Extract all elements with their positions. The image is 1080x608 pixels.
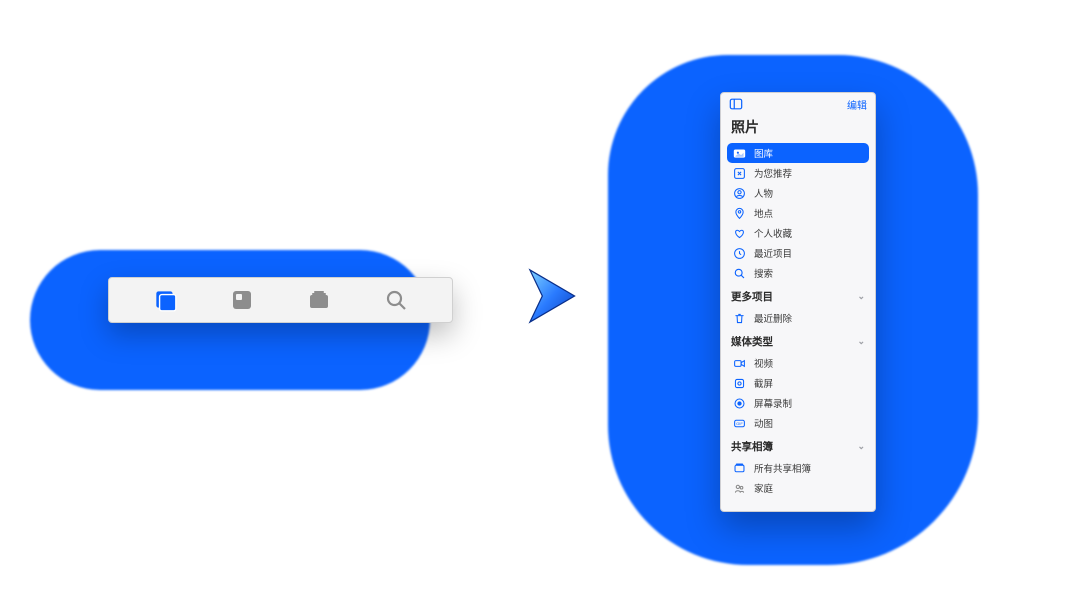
sidebar-item-label: 人物 [754, 186, 773, 200]
sidebar-section-more-list: 最近删除 [721, 308, 875, 328]
library-icon [152, 287, 178, 313]
foryou-icon [230, 288, 254, 312]
sidebar-section-media-types[interactable]: 媒体类型 ⌄ [721, 328, 875, 353]
screenrecord-icon [733, 397, 746, 410]
photos-icon [733, 147, 746, 160]
sidebar-item-label: 为您推荐 [754, 166, 792, 180]
tab-search[interactable] [383, 287, 409, 313]
heart-icon [733, 227, 746, 240]
sidebar-header: 编辑 [721, 93, 875, 115]
person-icon [733, 187, 746, 200]
edit-button[interactable]: 编辑 [847, 97, 867, 112]
chevron-down-icon: ⌄ [857, 291, 865, 302]
arrow-right-icon [520, 265, 582, 327]
sidebar-item-label: 最近项目 [754, 246, 792, 260]
sidebar-item-label: 图库 [754, 146, 773, 160]
sidebar-toggle-icon[interactable] [729, 97, 743, 111]
transition-arrow [520, 265, 582, 327]
tab-albums[interactable] [306, 287, 332, 313]
clock-icon [733, 247, 746, 260]
sidebar-item-label: 地点 [754, 206, 773, 220]
sidebar-item-places[interactable]: 地点 [727, 203, 869, 223]
sidebar-item-family[interactable]: 家庭 [727, 478, 869, 498]
search-mini-icon [733, 267, 746, 280]
sidebar-item-gifs[interactable]: GIF 动图 [727, 413, 869, 433]
sidebar-section-main: 图库 为您推荐 人物 地点 个人收藏 [721, 143, 875, 283]
sidebar-item-recently-deleted[interactable]: 最近删除 [727, 308, 869, 328]
sidebar-item-label: 动图 [754, 416, 773, 430]
sidebar-section-more[interactable]: 更多项目 ⌄ [721, 283, 875, 308]
family-icon [733, 482, 746, 495]
albums-icon [307, 288, 331, 312]
chevron-down-icon: ⌄ [857, 336, 865, 347]
pin-icon [733, 207, 746, 220]
sidebar-item-favorites[interactable]: 个人收藏 [727, 223, 869, 243]
section-title-label: 更多项目 [731, 289, 773, 304]
photos-sidebar: 编辑 照片 图库 为您推荐 人物 地点 [720, 92, 876, 512]
screenshot-icon [733, 377, 746, 390]
section-title-label: 共享相簿 [731, 439, 773, 454]
sidebar-item-label: 所有共享相簿 [754, 461, 811, 475]
trash-icon [733, 312, 746, 325]
sidebar-item-label: 家庭 [754, 481, 773, 495]
sparkle-icon [733, 167, 746, 180]
sidebar-item-screenshots[interactable]: 截屏 [727, 373, 869, 393]
sidebar-item-label: 截屏 [754, 376, 773, 390]
sidebar-item-label: 视频 [754, 356, 773, 370]
sidebar-item-foryou[interactable]: 为您推荐 [727, 163, 869, 183]
sidebar-section-media-list: 视频 截屏 屏幕录制 GIF 动图 [721, 353, 875, 433]
sidebar-title: 照片 [721, 115, 875, 143]
tab-library[interactable] [152, 287, 178, 313]
sidebar-item-label: 个人收藏 [754, 226, 792, 240]
search-icon [384, 288, 408, 312]
sidebar-section-shared[interactable]: 共享相簿 ⌄ [721, 433, 875, 458]
sidebar-item-library[interactable]: 图库 [727, 143, 869, 163]
tab-bar [108, 277, 453, 323]
sidebar-item-all-shared[interactable]: 所有共享相簿 [727, 458, 869, 478]
sidebar-item-label: 搜索 [754, 266, 773, 280]
svg-text:GIF: GIF [736, 421, 743, 426]
video-icon [733, 357, 746, 370]
sidebar-item-label: 屏幕录制 [754, 396, 792, 410]
album-icon [733, 462, 746, 475]
tab-for-you[interactable] [229, 287, 255, 313]
sidebar-item-people[interactable]: 人物 [727, 183, 869, 203]
gif-icon: GIF [733, 417, 746, 430]
sidebar-item-recents[interactable]: 最近项目 [727, 243, 869, 263]
sidebar-item-search[interactable]: 搜索 [727, 263, 869, 283]
section-title-label: 媒体类型 [731, 334, 773, 349]
sidebar-item-label: 最近删除 [754, 311, 792, 325]
chevron-down-icon: ⌄ [857, 441, 865, 452]
sidebar-item-videos[interactable]: 视频 [727, 353, 869, 373]
sidebar-section-shared-list: 所有共享相簿 家庭 [721, 458, 875, 498]
sidebar-item-screen-recordings[interactable]: 屏幕录制 [727, 393, 869, 413]
